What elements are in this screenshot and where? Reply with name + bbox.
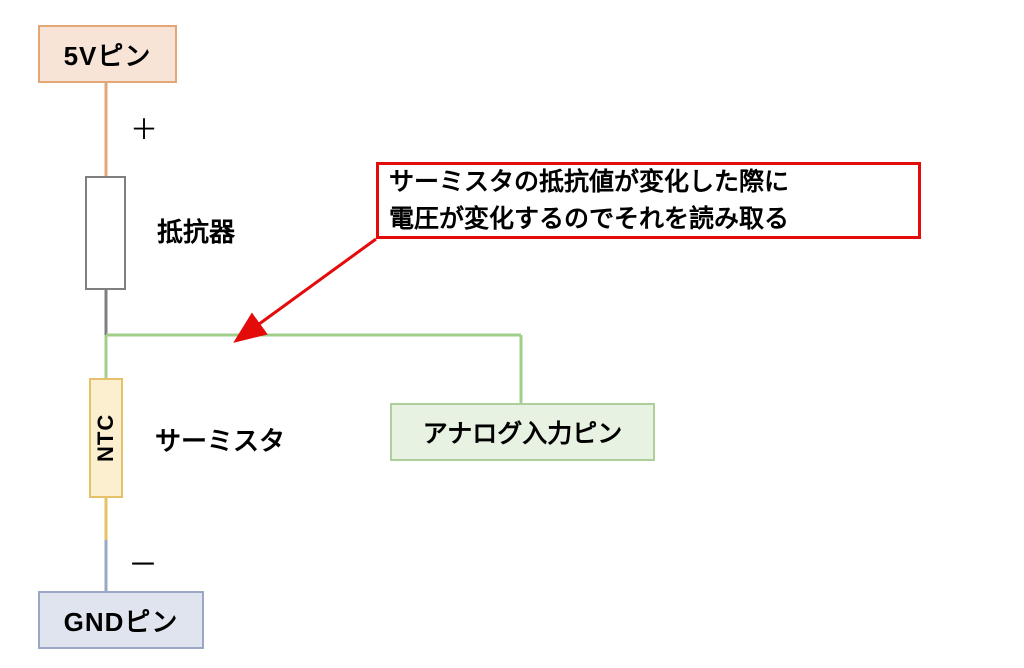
pin-5v-label: 5Vピン bbox=[64, 36, 152, 73]
ntc-thermistor-block: NTC bbox=[89, 378, 123, 498]
callout-annotation: サーミスタの抵抗値が変化した際に 電圧が変化するのでそれを読み取る bbox=[376, 162, 921, 239]
resistor-block bbox=[85, 176, 126, 290]
analog-input-pin-block: アナログ入力ピン bbox=[390, 403, 655, 461]
resistor-label: 抵抗器 bbox=[157, 212, 235, 249]
analog-input-pin-label: アナログ入力ピン bbox=[423, 414, 623, 450]
thermistor-label: サーミスタ bbox=[155, 421, 285, 458]
pin-5v-block: 5Vピン bbox=[38, 25, 177, 83]
callout-line2: 電圧が変化するのでそれを読み取る bbox=[389, 205, 789, 233]
plus-symbol: ＋ bbox=[130, 108, 158, 148]
gnd-pin-label: GNDピン bbox=[64, 602, 179, 639]
minus-symbol: － bbox=[128, 540, 158, 584]
gnd-pin-block: GNDピン bbox=[38, 591, 204, 649]
ntc-text: NTC bbox=[93, 414, 119, 462]
callout-line1: サーミスタの抵抗値が変化した際に bbox=[389, 168, 789, 196]
